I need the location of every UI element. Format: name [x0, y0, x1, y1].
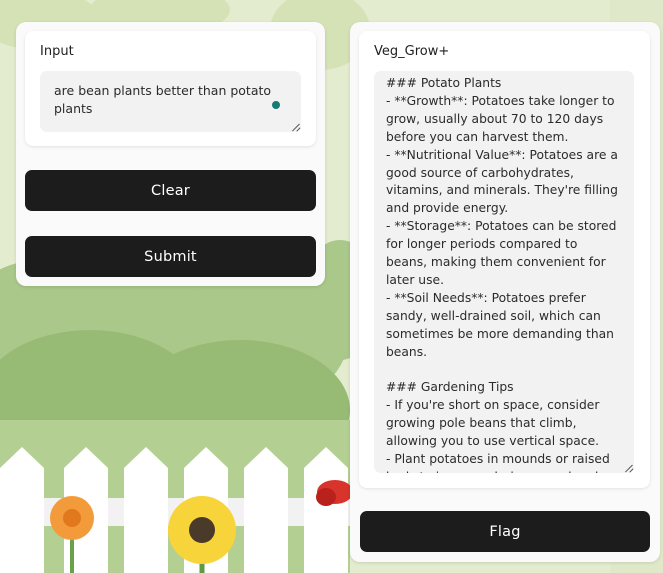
submit-button[interactable]: Submit [25, 236, 316, 277]
output-block: Veg_Grow+ ### Potato Plants - **Growth**… [359, 31, 650, 488]
input-block: Input are bean plants better than potato… [25, 31, 316, 146]
input-panel: Input are bean plants better than potato… [16, 22, 325, 286]
output-textarea[interactable]: ### Potato Plants - **Growth**: Potatoes… [374, 71, 634, 473]
clear-button[interactable]: Clear [25, 170, 316, 211]
flag-button[interactable]: Flag [360, 511, 650, 552]
output-label: Veg_Grow+ [374, 44, 450, 59]
output-panel: Veg_Grow+ ### Potato Plants - **Growth**… [350, 22, 660, 562]
resize-handle-icon[interactable] [625, 464, 633, 472]
status-dot-icon [272, 101, 280, 109]
input-textarea[interactable]: are bean plants better than potato plant… [40, 71, 301, 132]
resize-handle-icon[interactable] [292, 123, 300, 131]
input-label: Input [40, 44, 74, 59]
